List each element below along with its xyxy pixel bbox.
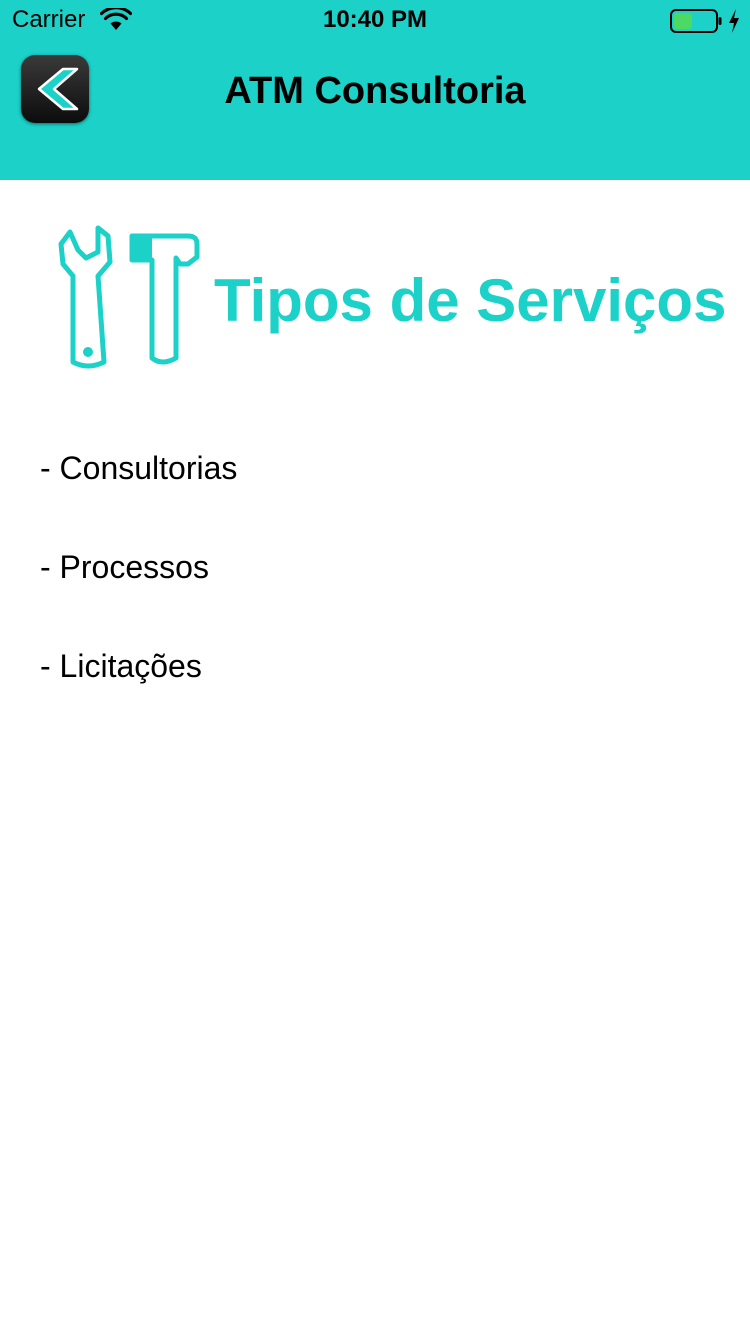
services-screen: Carrier 10:40 PM ATM Consultoria Tipos d… xyxy=(0,0,750,1334)
service-item-processos: - Processos xyxy=(40,549,209,585)
header: Carrier 10:40 PM ATM Consultoria xyxy=(0,0,750,180)
service-list: - Consultorias - Processos - Licitações xyxy=(40,446,720,743)
wrench-hammer-icon xyxy=(58,225,200,369)
status-bar: Carrier 10:40 PM xyxy=(0,0,750,40)
service-item-consultorias: - Consultorias xyxy=(40,450,238,486)
charging-bolt-icon xyxy=(729,9,739,33)
service-item-licitacoes: - Licitações xyxy=(40,648,202,684)
battery-charging-icon xyxy=(670,9,722,33)
nav-bar: ATM Consultoria xyxy=(0,40,750,140)
section-title: Tipos de Serviços xyxy=(214,267,727,334)
status-time: 10:40 PM xyxy=(322,6,428,33)
nav-title: ATM Consultoria xyxy=(224,70,526,112)
